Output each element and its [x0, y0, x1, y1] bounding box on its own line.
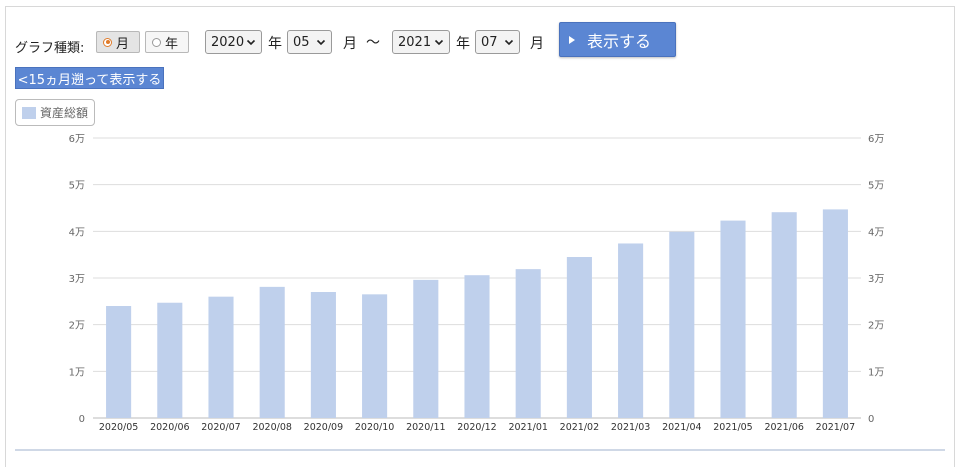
bar: [464, 275, 490, 418]
start-year-select[interactable]: 2020: [205, 30, 262, 54]
x-axis-labels: 2020/05 2020/06 2020/07 2020/08 2020/09 2020/…: [99, 422, 855, 433]
bar: [618, 243, 644, 418]
radio-selected-icon: [103, 37, 112, 47]
end-year-select[interactable]: 2021: [392, 30, 450, 54]
y-tick-label-right: 6万: [868, 134, 884, 145]
chevron-down-icon: [434, 39, 444, 46]
range-separator: 〜: [366, 35, 380, 51]
graph-type-label: グラフ種類:: [15, 41, 85, 56]
radio-unselected-icon: [152, 37, 161, 47]
y-tick-label-left: 2万: [69, 321, 85, 332]
bar: [771, 212, 797, 418]
legend-label: 資産総額: [40, 106, 89, 120]
legend-item-total-assets[interactable]: 資産総額: [15, 99, 95, 126]
end-year-value: 2021: [398, 34, 432, 50]
back-button-label: <15ヵ月遡って表示する: [17, 72, 162, 88]
x-tick-label: 2020/12: [457, 422, 496, 433]
y-axis-right: 0 1万 2万 3万 4万 5万 6万: [868, 134, 884, 425]
y-tick-label-right: 0: [868, 414, 874, 425]
chevron-down-icon: [316, 39, 326, 46]
bar: [669, 231, 695, 418]
end-month-unit: 月: [530, 36, 544, 52]
chevron-down-icon: [246, 39, 256, 46]
y-tick-label-left: 5万: [69, 181, 85, 192]
bar: [362, 294, 388, 418]
x-tick-label: 2021/06: [764, 422, 803, 433]
x-tick-label: 2021/04: [662, 422, 701, 433]
y-tick-label-left: 0: [79, 414, 85, 425]
bar: [720, 220, 746, 418]
legend-swatch: [22, 106, 36, 119]
x-tick-label: 2021/01: [508, 422, 547, 433]
y-tick-label-left: 1万: [69, 367, 85, 378]
play-icon: [569, 35, 575, 44]
x-tick-label: 2021/02: [560, 422, 599, 433]
x-tick-label: 2021/07: [816, 422, 855, 433]
x-tick-label: 2020/05: [99, 422, 138, 433]
y-tick-label-left: 4万: [69, 227, 85, 238]
show-button[interactable]: 表示する: [559, 22, 676, 57]
chevron-down-icon: [504, 39, 514, 46]
bar: [259, 286, 285, 418]
y-tick-label-right: 2万: [868, 321, 884, 332]
bottom-divider: [15, 449, 945, 451]
bar-chart: 01万2万3万4万5万6万 01万2万3万4万5万6万 2020/05 2020/…: [69, 134, 885, 433]
bar: [208, 296, 234, 418]
bar: [157, 302, 183, 418]
back-15-months-button[interactable]: <15ヵ月遡って表示する: [15, 67, 164, 89]
x-tick-label: 2020/08: [252, 422, 291, 433]
radio-year-label: 年: [165, 36, 179, 52]
x-tick-label: 2020/06: [150, 422, 189, 433]
x-tick-label: 2021/03: [611, 422, 650, 433]
x-tick-label: 2021/05: [713, 422, 752, 433]
end-month-select[interactable]: 07: [475, 30, 520, 54]
end-month-value: 07: [481, 34, 498, 50]
y-axis-left: 0 1万 2万 3万 4万 5万 6万: [69, 134, 85, 425]
bar: [822, 209, 848, 418]
x-tick-label: 2020/10: [355, 422, 394, 433]
start-month-unit: 月: [343, 36, 357, 52]
start-year-unit: 年: [268, 36, 282, 52]
x-tick-label: 2020/07: [201, 422, 240, 433]
y-tick-label-left: 3万: [69, 274, 85, 285]
y-tick-label-right: 4万: [868, 227, 884, 238]
x-tick-label: 2020/11: [406, 422, 445, 433]
bar: [310, 292, 336, 418]
x-tick-label: 2020/09: [304, 422, 343, 433]
y-tick-label-right: 3万: [868, 274, 884, 285]
bar: [566, 257, 592, 418]
start-month-value: 05: [293, 34, 310, 50]
radio-year-button[interactable]: 年: [145, 31, 189, 53]
y-tick-label-right: 1万: [868, 367, 884, 378]
bar: [106, 306, 132, 418]
chart-bars: [106, 209, 848, 418]
radio-month-label: 月: [116, 36, 130, 52]
y-tick-label-right: 5万: [868, 181, 884, 192]
end-year-unit: 年: [456, 36, 470, 52]
radio-month-button[interactable]: 月: [96, 31, 140, 53]
start-year-value: 2020: [211, 34, 245, 50]
bar: [413, 279, 439, 418]
show-button-label: 表示する: [587, 31, 652, 51]
bar: [515, 269, 541, 418]
start-month-select[interactable]: 05: [287, 30, 332, 54]
y-tick-label-left: 6万: [69, 134, 85, 145]
